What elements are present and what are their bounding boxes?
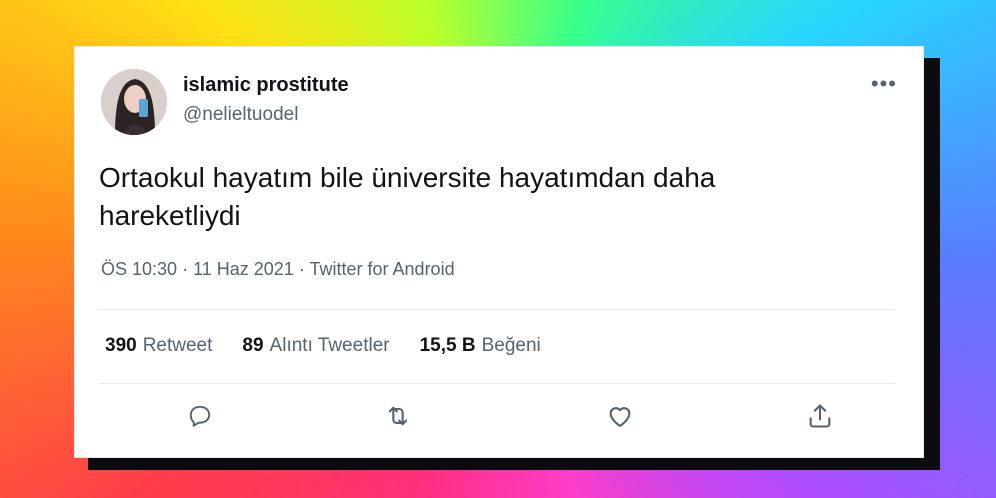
user-handle[interactable]: @nelieltuodel xyxy=(183,104,298,126)
tweet-time[interactable]: ÖS 10:30 xyxy=(101,259,177,279)
like-icon[interactable] xyxy=(597,393,643,439)
tweet-actions xyxy=(99,393,895,441)
reply-icon[interactable] xyxy=(177,393,223,439)
share-icon[interactable] xyxy=(797,393,843,439)
meta-separator: · xyxy=(182,259,194,279)
retweet-stat[interactable]: 390 Retweet xyxy=(105,335,212,357)
retweet-label: Retweet xyxy=(142,335,213,356)
retweet-count: 390 xyxy=(105,335,137,356)
quote-stat[interactable]: 89 Alıntı Tweetler xyxy=(242,335,389,357)
tweet-stats: 390 Retweet 89 Alıntı Tweetler 15,5 B Beğen… xyxy=(105,335,541,357)
divider xyxy=(99,309,895,310)
meta-separator: · xyxy=(298,259,310,279)
like-count: 15,5 B xyxy=(419,335,476,356)
quote-count: 89 xyxy=(242,335,264,356)
tweet-card: islamic prostitute @nelieltuodel ••• Ort… xyxy=(74,46,924,458)
retweet-icon[interactable] xyxy=(375,393,421,439)
display-name[interactable]: islamic prostitute xyxy=(183,74,349,97)
more-dots-icon[interactable]: ••• xyxy=(871,71,897,97)
tweet-source[interactable]: Twitter for Android xyxy=(310,259,455,279)
like-stat[interactable]: 15,5 B Beğeni xyxy=(420,335,541,357)
tweet-meta: ÖS 10:30 · 11 Haz 2021 · Twitter for And… xyxy=(101,259,455,280)
avatar[interactable] xyxy=(101,69,167,135)
tweet-date[interactable]: 11 Haz 2021 xyxy=(193,259,294,279)
quote-label: Alıntı Tweetler xyxy=(269,335,390,356)
divider xyxy=(99,383,895,384)
tweet-text: Ortaokul hayatım bile üniversite hayatım… xyxy=(99,162,716,231)
like-label: Beğeni xyxy=(481,335,541,356)
